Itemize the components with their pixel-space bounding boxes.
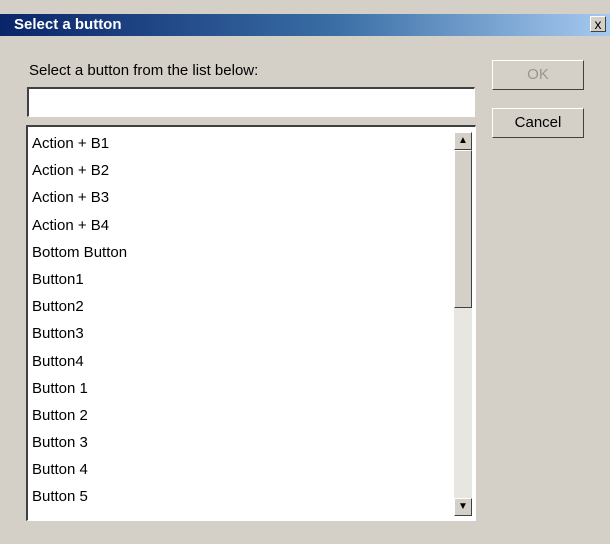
list-item[interactable]: Action + B3 [32,184,127,211]
scroll-down-button[interactable]: ▼ [454,498,472,516]
cancel-button[interactable]: Cancel [492,108,584,138]
list-item[interactable]: Button 3 [32,429,127,456]
close-button[interactable]: x [590,16,606,32]
list-item[interactable]: Action + B1 [32,130,127,157]
vertical-scrollbar[interactable]: ▲ ▼ [454,132,472,516]
ok-button[interactable]: OK [492,60,584,90]
list-item[interactable]: Action + B2 [32,157,127,184]
button-list-items: Action + B1 Action + B2 Action + B3 Acti… [32,130,127,511]
list-item[interactable]: Button 5 [32,483,127,510]
prompt-label: Select a button from the list below: [29,62,259,79]
list-item[interactable]: Button3 [32,320,127,347]
list-item[interactable]: Button2 [32,293,127,320]
list-item[interactable]: Button4 [32,348,127,375]
list-item[interactable]: Button 2 [32,402,127,429]
select-button-dialog: Select a button x Select a button from t… [0,0,610,544]
arrow-down-icon: ▼ [458,501,468,512]
list-item[interactable]: Button 1 [32,375,127,402]
list-item[interactable]: Button1 [32,266,127,293]
list-item[interactable]: Bottom Button [32,239,127,266]
dialog-title: Select a button [14,16,122,33]
arrow-up-icon: ▲ [458,135,468,146]
scrollbar-thumb[interactable] [454,150,472,308]
filter-input[interactable] [27,87,475,117]
list-item[interactable]: Button 4 [32,456,127,483]
close-icon: x [594,16,602,32]
button-list[interactable]: Action + B1 Action + B2 Action + B3 Acti… [26,125,476,521]
list-item[interactable]: Action + B4 [32,212,127,239]
scroll-up-button[interactable]: ▲ [454,132,472,150]
title-bar: Select a button x [0,14,610,36]
